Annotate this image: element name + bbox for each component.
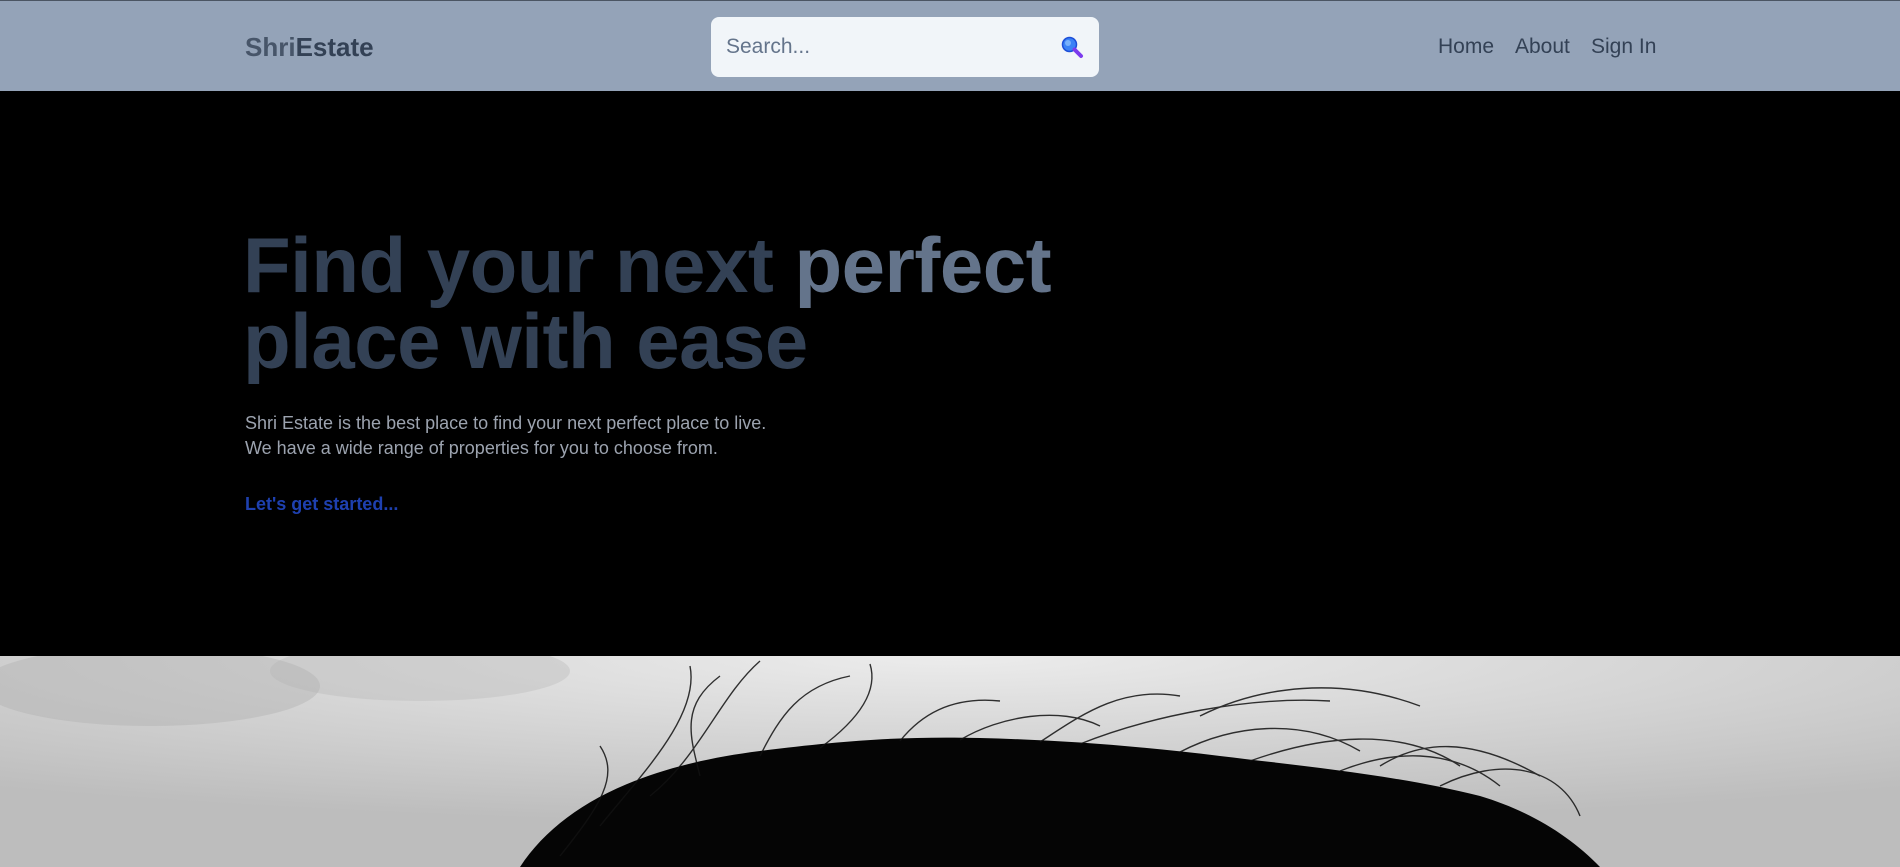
page-background: ShriEstate Home About Sign In Find your …	[0, 0, 1900, 867]
hero-desc-line1: Shri Estate is the best place to find yo…	[245, 413, 767, 433]
hero-title-line2: place with ease	[243, 297, 808, 385]
site-header: ShriEstate Home About Sign In	[0, 0, 1900, 91]
logo-shri: Shri	[245, 32, 296, 62]
browser-viewport: ShriEstate Home About Sign In Find your …	[0, 0, 1900, 867]
logo-estate: Estate	[295, 32, 374, 62]
get-started-link[interactable]: Let's get started...	[245, 491, 398, 517]
hero-photo	[0, 656, 1900, 867]
search-form	[711, 17, 1099, 77]
nav-about-link[interactable]: About	[1515, 32, 1570, 62]
hero-title: Find your next perfect place with ease	[243, 226, 1143, 380]
hero-title-part1: Find your next	[243, 221, 795, 309]
site-logo[interactable]: ShriEstate	[245, 32, 374, 62]
nav-sign-in-link[interactable]: Sign In	[1591, 32, 1656, 62]
hero-title-accent: perfect	[794, 221, 1052, 309]
hero-desc-line2: We have a wide range of properties for y…	[245, 438, 718, 458]
magnifying-glass-icon[interactable]	[1060, 35, 1084, 59]
search-input[interactable]	[726, 29, 1046, 65]
nav-home-link[interactable]: Home	[1438, 32, 1494, 62]
hero-description: Shri Estate is the best place to find yo…	[245, 411, 945, 461]
